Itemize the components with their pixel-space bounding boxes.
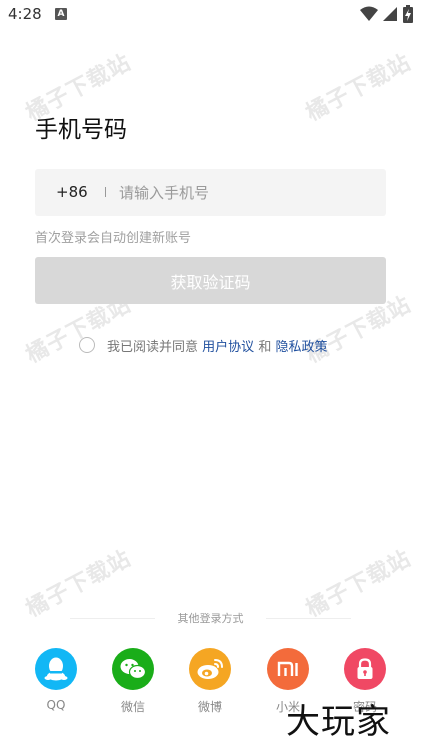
new-account-hint: 首次登录会自动创建新账号	[35, 231, 192, 246]
user-agreement-link[interactable]: 用户协议	[202, 340, 254, 355]
privacy-policy-link[interactable]: 隐私政策	[275, 340, 327, 355]
other-login-label: 其他登录方式	[177, 612, 244, 625]
phone-input[interactable]	[119, 177, 369, 208]
battery-icon	[403, 5, 413, 23]
other-login-divider: 其他登录方式	[0, 609, 421, 627]
agreement-and: 和	[258, 340, 272, 355]
watermark-logo: 大玩家	[286, 702, 391, 742]
lock-icon	[344, 648, 386, 690]
status-time: 4:28	[8, 5, 42, 23]
divider	[105, 187, 106, 197]
qq-label: QQ	[46, 698, 66, 712]
page-title: 手机号码	[35, 117, 127, 143]
notification-icon: A	[55, 8, 67, 20]
status-bar: 4:28 A	[0, 0, 421, 30]
watermark: 橘子下载站	[302, 50, 416, 127]
wifi-icon	[360, 6, 378, 21]
qq-login-button[interactable]: QQ	[26, 648, 86, 718]
get-code-button[interactable]: 获取验证码	[35, 257, 386, 304]
qq-icon	[35, 648, 77, 690]
divider-line	[266, 618, 351, 619]
weibo-label: 微博	[197, 700, 222, 714]
weibo-login-button[interactable]: 微博	[180, 648, 240, 718]
country-code-selector[interactable]: +86	[56, 183, 88, 201]
weibo-icon	[189, 648, 231, 690]
wechat-icon	[112, 648, 154, 690]
agreement-prefix: 我已阅读并同意	[107, 340, 199, 355]
wechat-label: 微信	[120, 700, 145, 714]
wechat-login-button[interactable]: 微信	[103, 648, 163, 718]
xiaomi-icon	[267, 648, 309, 690]
signal-icon	[383, 7, 397, 21]
agree-checkbox[interactable]	[79, 337, 95, 353]
phone-field: +86	[35, 169, 386, 216]
agreement-text: 我已阅读并同意 用户协议 和 隐私政策	[107, 336, 327, 355]
